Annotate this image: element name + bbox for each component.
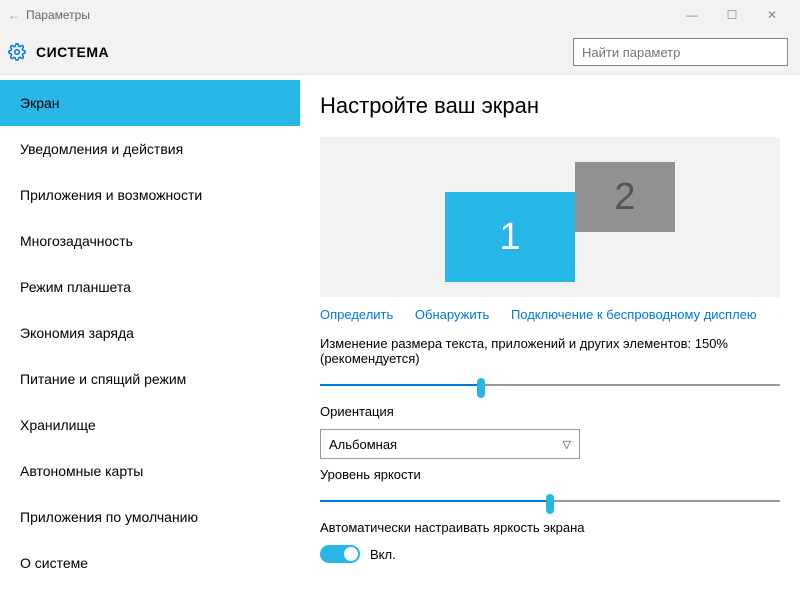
- page-title: СИСТЕМА: [36, 44, 573, 60]
- brightness-slider[interactable]: [320, 492, 780, 512]
- minimize-button[interactable]: —: [672, 8, 712, 22]
- chevron-down-icon: ▽: [563, 438, 571, 451]
- sidebar-item-power[interactable]: Питание и спящий режим: [0, 356, 300, 402]
- orientation-value: Альбомная: [329, 437, 397, 452]
- toggle-state-label: Вкл.: [370, 547, 396, 562]
- orientation-label: Ориентация: [320, 404, 780, 419]
- detect-link[interactable]: Обнаружить: [415, 307, 489, 322]
- sidebar-item-notifications[interactable]: Уведомления и действия: [0, 126, 300, 172]
- content-heading: Настройте ваш экран: [320, 93, 780, 119]
- auto-brightness-toggle[interactable]: [320, 545, 360, 563]
- monitor-2[interactable]: 2: [575, 162, 675, 232]
- sidebar: Экран Уведомления и действия Приложения …: [0, 75, 300, 589]
- sidebar-item-display[interactable]: Экран: [0, 80, 300, 126]
- titlebar: ← Параметры — ☐ ✕: [0, 0, 800, 30]
- display-links: Определить Обнаружить Подключение к бесп…: [320, 297, 780, 328]
- sidebar-item-maps[interactable]: Автономные карты: [0, 448, 300, 494]
- toggle-knob: [344, 547, 358, 561]
- sidebar-item-tablet[interactable]: Режим планшета: [0, 264, 300, 310]
- sidebar-item-battery[interactable]: Экономия заряда: [0, 310, 300, 356]
- display-arrangement[interactable]: 1 2: [320, 137, 780, 297]
- maximize-button[interactable]: ☐: [712, 8, 752, 22]
- close-button[interactable]: ✕: [752, 8, 792, 22]
- monitor-1[interactable]: 1: [445, 192, 575, 282]
- window-title: Параметры: [26, 8, 90, 22]
- sidebar-item-about[interactable]: О системе: [0, 540, 300, 586]
- sidebar-item-default-apps[interactable]: Приложения по умолчанию: [0, 494, 300, 540]
- sidebar-item-storage[interactable]: Хранилище: [0, 402, 300, 448]
- identify-link[interactable]: Определить: [320, 307, 393, 322]
- connect-wireless-link[interactable]: Подключение к беспроводному дисплею: [511, 307, 757, 322]
- brightness-label: Уровень яркости: [320, 467, 780, 482]
- scale-label: Изменение размера текста, приложений и д…: [320, 336, 780, 366]
- sidebar-item-multitasking[interactable]: Многозадачность: [0, 218, 300, 264]
- scale-slider[interactable]: [320, 376, 780, 396]
- sidebar-item-apps[interactable]: Приложения и возможности: [0, 172, 300, 218]
- gear-icon: [8, 43, 26, 61]
- header: СИСТЕМА: [0, 30, 800, 75]
- search-input[interactable]: [573, 38, 788, 66]
- orientation-select[interactable]: Альбомная ▽: [320, 429, 580, 459]
- back-icon[interactable]: ←: [8, 8, 26, 22]
- auto-brightness-label: Автоматически настраивать яркость экрана: [320, 520, 780, 535]
- content: Настройте ваш экран 1 2 Определить Обнар…: [300, 75, 800, 589]
